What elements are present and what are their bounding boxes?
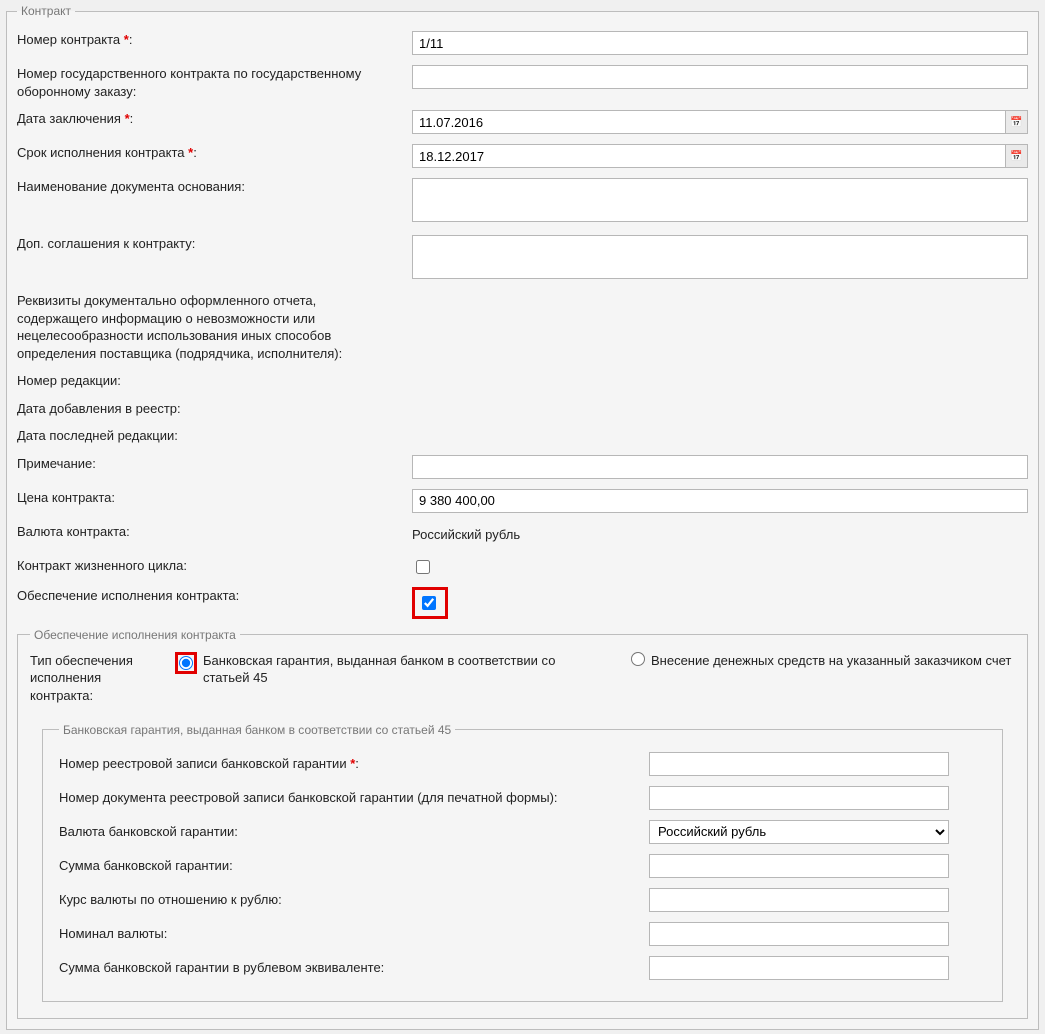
input-conclusion-date[interactable]	[412, 110, 1006, 134]
label-bank-rate: Курс валюты по отношению к рублю:	[59, 892, 649, 907]
label-addendums: Доп. соглашения к контракту:	[17, 235, 412, 253]
label-bank-currency: Валюта банковской гарантии:	[59, 824, 649, 839]
row-gov-contract-number: Номер государственного контракта по госу…	[17, 60, 1028, 105]
row-contract-number: Номер контракта *:	[17, 26, 1028, 60]
input-bank-nominal[interactable]	[649, 922, 949, 946]
row-last-edition-date: Дата последней редакции:	[17, 422, 1028, 450]
option-cash-deposit: Внесение денежных средств на указанный з…	[631, 652, 1011, 670]
label-bank-reg-number: Номер реестровой записи банковской гаран…	[59, 756, 649, 771]
row-contract-currency: Валюта контракта: Российский рубль	[17, 518, 1028, 552]
select-bank-currency[interactable]: Российский рубль	[649, 820, 949, 844]
label-bank-amount-rub: Сумма банковской гарантии в рублевом экв…	[59, 960, 649, 975]
input-contract-price[interactable]	[412, 489, 1028, 513]
row-conclusion-date: Дата заключения *: 📅	[17, 105, 1028, 139]
radio-cash-deposit[interactable]	[631, 652, 645, 666]
bank-guarantee-legend: Банковская гарантия, выданная банком в с…	[59, 723, 455, 737]
row-execution-deadline: Срок исполнения контракта *: 📅	[17, 139, 1028, 173]
row-contract-price: Цена контракта:	[17, 484, 1028, 518]
security-legend: Обеспечение исполнения контракта	[30, 628, 240, 642]
calendar-icon[interactable]: 📅	[1006, 144, 1028, 168]
input-bank-amount[interactable]	[649, 854, 949, 878]
required-star: *	[188, 145, 193, 160]
input-gov-contract-number[interactable]	[412, 65, 1028, 89]
label-security-type: Тип обеспечения исполнения контракта:	[30, 652, 165, 705]
row-bank-doc-number: Номер документа реестровой записи банков…	[59, 781, 986, 815]
row-addendums: Доп. соглашения к контракту:	[17, 230, 1028, 287]
security-fieldset: Обеспечение исполнения контракта Тип обе…	[17, 628, 1028, 1019]
label-bank-doc-number: Номер документа реестровой записи банков…	[59, 790, 649, 805]
row-lifecycle-contract: Контракт жизненного цикла:	[17, 552, 1028, 582]
checkbox-performance-security[interactable]	[422, 596, 436, 610]
label-note: Примечание:	[17, 455, 412, 473]
required-star: *	[350, 756, 355, 771]
label-basis-doc-name: Наименование документа основания:	[17, 178, 412, 196]
label-contract-number: Номер контракта *:	[17, 31, 412, 49]
input-bank-rate[interactable]	[649, 888, 949, 912]
label-last-edition-date: Дата последней редакции:	[17, 427, 412, 445]
row-bank-amount: Сумма банковской гарантии:	[59, 849, 986, 883]
label-performance-security: Обеспечение исполнения контракта:	[17, 587, 412, 605]
input-contract-number[interactable]	[412, 31, 1028, 55]
radio-label-bank-guarantee: Банковская гарантия, выданная банком в с…	[203, 652, 593, 687]
row-basis-doc-name: Наименование документа основания:	[17, 173, 1028, 230]
row-bank-nominal: Номинал валюты:	[59, 917, 986, 951]
bank-guarantee-fieldset: Банковская гарантия, выданная банком в с…	[42, 723, 1003, 1002]
required-star: *	[125, 111, 130, 126]
row-bank-rate: Курс валюты по отношению к рублю:	[59, 883, 986, 917]
input-bank-reg-number[interactable]	[649, 752, 949, 776]
row-bank-currency: Валюта банковской гарантии: Российский р…	[59, 815, 986, 849]
label-lifecycle-contract: Контракт жизненного цикла:	[17, 557, 412, 575]
label-registry-add-date: Дата добавления в реестр:	[17, 400, 412, 418]
row-edition-number: Номер редакции:	[17, 367, 1028, 395]
input-bank-doc-number[interactable]	[649, 786, 949, 810]
input-note[interactable]	[412, 455, 1028, 479]
row-security-type: Тип обеспечения исполнения контракта: Ба…	[30, 652, 1015, 705]
radio-bank-guarantee[interactable]	[179, 656, 193, 670]
highlight-box	[412, 587, 448, 619]
label-contract-price: Цена контракта:	[17, 489, 412, 507]
row-requisites: Реквизиты документально оформленного отч…	[17, 287, 1028, 367]
contract-legend: Контракт	[17, 4, 75, 18]
label-bank-nominal: Номинал валюты:	[59, 926, 649, 941]
calendar-icon[interactable]: 📅	[1006, 110, 1028, 134]
checkbox-lifecycle-contract[interactable]	[416, 560, 430, 574]
label-contract-currency: Валюта контракта:	[17, 523, 412, 541]
label-gov-contract-number: Номер государственного контракта по госу…	[17, 65, 412, 100]
input-bank-amount-rub[interactable]	[649, 956, 949, 980]
label-conclusion-date: Дата заключения *:	[17, 110, 412, 128]
contract-fieldset: Контракт Номер контракта *: Номер госуда…	[6, 4, 1039, 1030]
textarea-addendums[interactable]	[412, 235, 1028, 279]
required-star: *	[124, 32, 129, 47]
row-note: Примечание:	[17, 450, 1028, 484]
input-execution-deadline[interactable]	[412, 144, 1006, 168]
value-contract-currency: Российский рубль	[412, 527, 520, 542]
label-edition-number: Номер редакции:	[17, 372, 412, 390]
row-performance-security: Обеспечение исполнения контракта:	[17, 582, 1028, 624]
label-bank-amount: Сумма банковской гарантии:	[59, 858, 649, 873]
label-requisites: Реквизиты документально оформленного отч…	[17, 292, 412, 362]
row-bank-amount-rub: Сумма банковской гарантии в рублевом экв…	[59, 951, 986, 985]
textarea-basis-doc-name[interactable]	[412, 178, 1028, 222]
radio-label-cash-deposit: Внесение денежных средств на указанный з…	[651, 652, 1011, 670]
highlight-box	[175, 652, 197, 674]
row-registry-add-date: Дата добавления в реестр:	[17, 395, 1028, 423]
option-bank-guarantee: Банковская гарантия, выданная банком в с…	[175, 652, 593, 687]
label-execution-deadline: Срок исполнения контракта *:	[17, 144, 412, 162]
row-bank-reg-number: Номер реестровой записи банковской гаран…	[59, 747, 986, 781]
